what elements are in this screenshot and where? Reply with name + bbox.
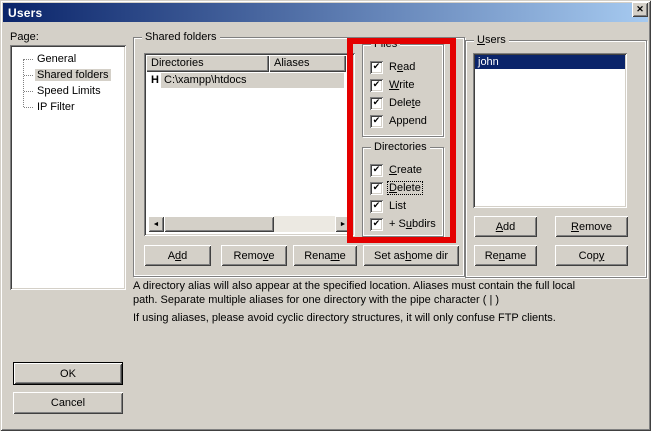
table-row[interactable]: H C:\xampp\htdocs [146, 73, 353, 88]
folder-rename-button[interactable]: Rename [293, 245, 357, 266]
folder-remove-button[interactable]: Remove [221, 245, 287, 266]
shared-folders-group-label: Shared folders [142, 31, 220, 44]
title-bar[interactable]: Users [3, 3, 648, 22]
tree-item-ip-filter[interactable]: IP Filter [12, 99, 124, 115]
cancel-button[interactable]: Cancel [13, 392, 123, 414]
ok-button[interactable]: OK [13, 362, 123, 385]
horizontal-scrollbar[interactable]: ◄ ► [148, 216, 351, 232]
listview-header: Directories Aliases [146, 55, 353, 72]
tree-item-general[interactable]: General [12, 51, 124, 67]
directories-group: Directories ✔ Create ✔ Delete ✔ List ✔ +… [362, 147, 444, 237]
checkbox-row-create: ✔ Create [370, 161, 443, 179]
checkbox-row-write: ✔ Write [370, 76, 443, 94]
append-label[interactable]: Append [388, 115, 428, 127]
directory-path: C:\xampp\htdocs [161, 73, 344, 88]
write-checkbox[interactable]: ✔ [370, 79, 383, 92]
create-label[interactable]: Create [388, 164, 423, 176]
scroll-left-icon[interactable]: ◄ [148, 216, 164, 232]
window-title: Users [3, 6, 42, 20]
create-checkbox[interactable]: ✔ [370, 164, 383, 177]
column-header-filler [346, 55, 353, 72]
file-delete-label[interactable]: Delete [388, 97, 422, 109]
subdirs-checkbox[interactable]: ✔ [370, 218, 383, 231]
users-dialog: Users ✕ Page: General Shared folders Spe… [0, 0, 651, 431]
user-remove-button[interactable]: Remove [555, 216, 628, 237]
users-listbox[interactable]: john [473, 53, 627, 208]
page-tree: General Shared folders Speed Limits IP F… [10, 45, 126, 290]
checkbox-row-subdirs: ✔ + Subdirs [370, 215, 443, 233]
home-flag: H [146, 73, 161, 88]
close-icon[interactable]: ✕ [632, 2, 648, 17]
user-rename-button[interactable]: Rename [474, 245, 537, 266]
list-item-user[interactable]: john [475, 55, 625, 69]
users-group-label: Users [474, 34, 509, 47]
scroll-right-icon[interactable]: ► [335, 216, 351, 232]
append-checkbox[interactable]: ✔ [370, 115, 383, 128]
column-header-directories[interactable]: Directories [146, 55, 269, 72]
checkbox-row-read: ✔ Read [370, 58, 443, 76]
scrollbar-track[interactable] [274, 216, 335, 232]
checkbox-row-list: ✔ List [370, 197, 443, 215]
tree-item-speed-limits[interactable]: Speed Limits [12, 83, 124, 99]
user-copy-button[interactable]: Copy [555, 245, 628, 266]
dir-delete-checkbox[interactable]: ✔ [370, 182, 383, 195]
column-header-aliases[interactable]: Aliases [269, 55, 346, 72]
scrollbar-thumb[interactable] [164, 216, 274, 232]
directories-listview: Directories Aliases H C:\xampp\htdocs ◄ … [144, 53, 355, 236]
checkbox-row-file-delete: ✔ Delete [370, 94, 443, 112]
list-checkbox[interactable]: ✔ [370, 200, 383, 213]
write-label[interactable]: Write [388, 79, 415, 91]
read-label[interactable]: Read [388, 61, 416, 73]
user-add-button[interactable]: Add [474, 216, 537, 237]
folder-add-button[interactable]: Add [144, 245, 211, 266]
dir-delete-label[interactable]: Delete [388, 182, 422, 194]
page-label: Page: [10, 31, 39, 43]
set-as-home-dir-button[interactable]: Set as home dir [363, 245, 459, 266]
alias-info-text-line2: path. Separate multiple aliases for one … [133, 294, 499, 306]
subdirs-label[interactable]: + Subdirs [388, 218, 437, 230]
checkbox-row-dir-delete: ✔ Delete [370, 179, 443, 197]
tree-item-shared-folders[interactable]: Shared folders [12, 67, 124, 83]
alias-info-text-line3: If using aliases, please avoid cyclic di… [133, 312, 556, 324]
file-delete-checkbox[interactable]: ✔ [370, 97, 383, 110]
list-label[interactable]: List [388, 200, 407, 212]
read-checkbox[interactable]: ✔ [370, 61, 383, 74]
alias-info-text-line1: A directory alias will also appear at th… [133, 280, 575, 292]
files-group: Files ✔ Read ✔ Write ✔ Delete ✔ Append [362, 44, 444, 137]
checkbox-row-append: ✔ Append [370, 112, 443, 130]
